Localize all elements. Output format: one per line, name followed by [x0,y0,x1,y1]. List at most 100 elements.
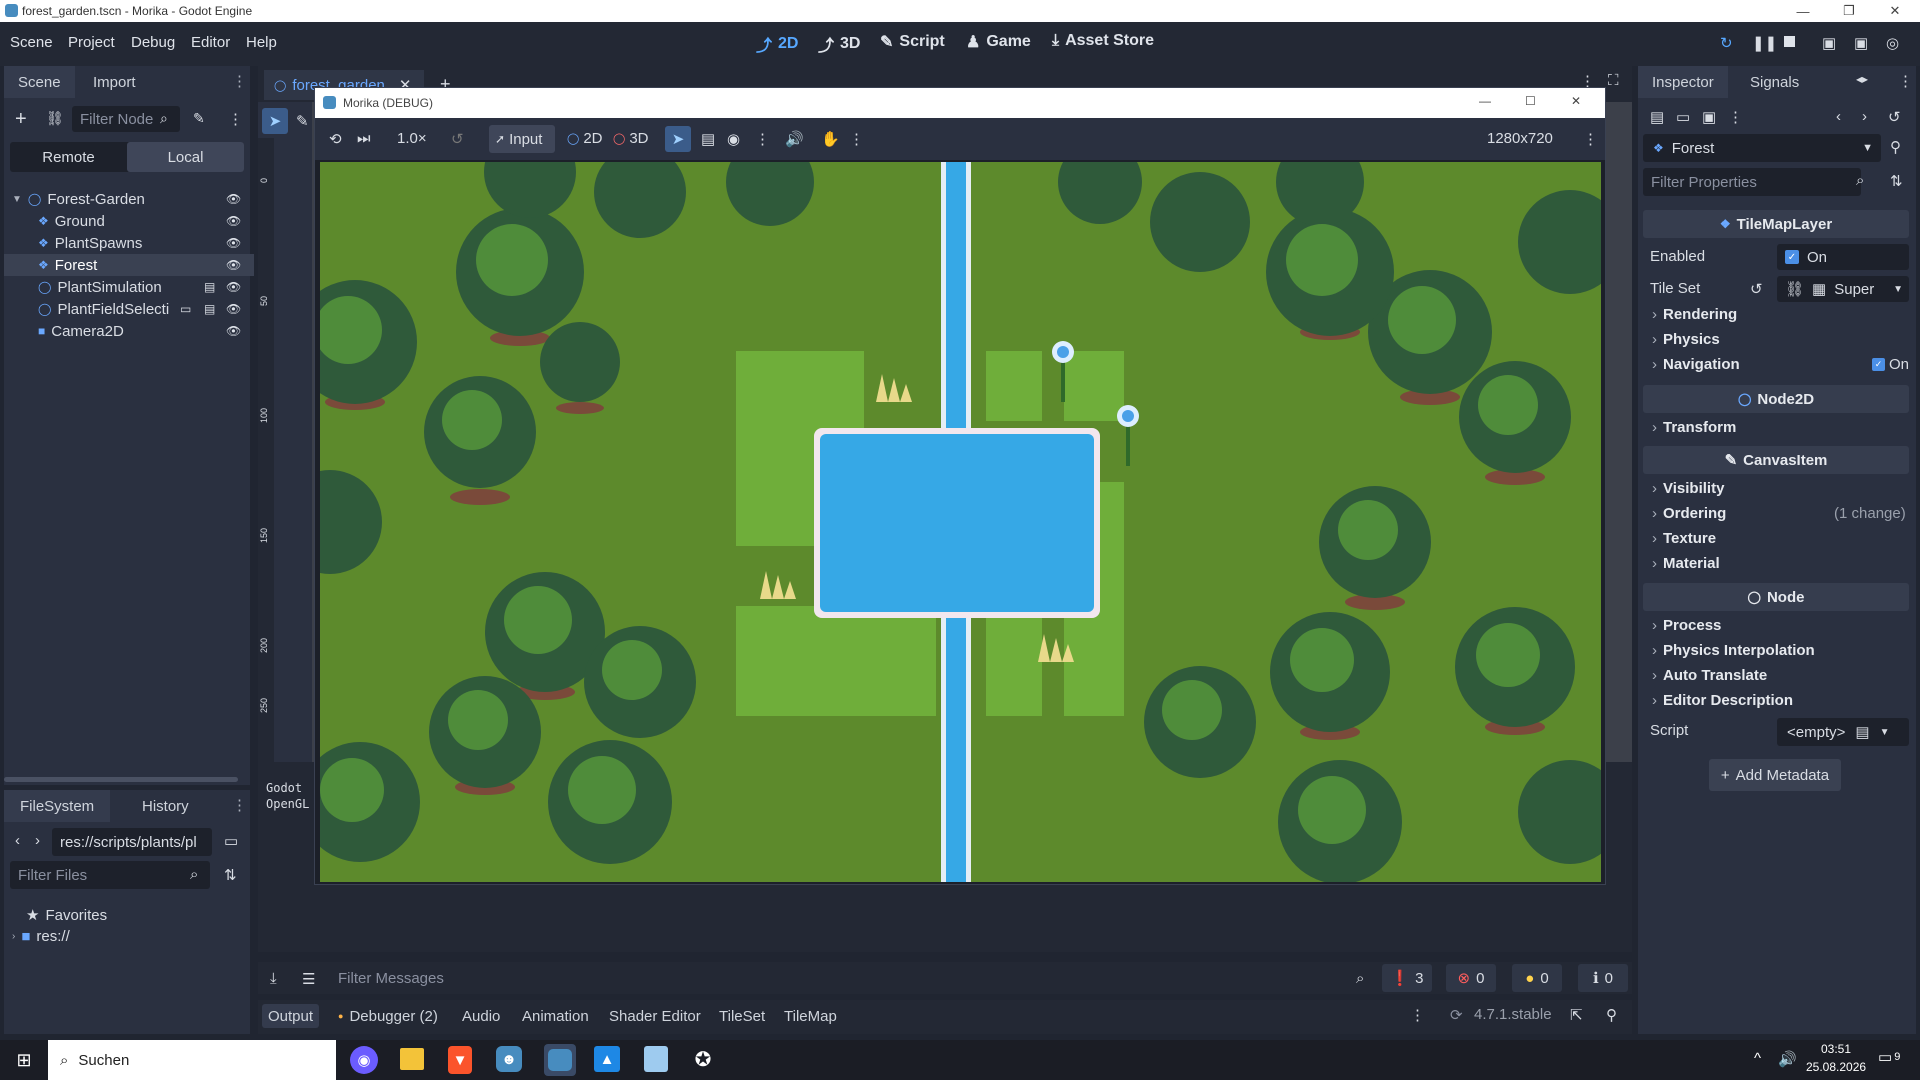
tree-item-forest-garden[interactable]: ▼ ◯ Forest-Garden 👁 [4,188,254,210]
clock-time[interactable]: 03:51 [1806,1042,1866,1056]
instance-scene-icon[interactable]: ⛓ [46,110,64,127]
panel-menu-icon[interactable]: ⋮ [1410,1006,1425,1024]
speed-label[interactable]: 1.0× [397,130,427,147]
camera-menu-icon[interactable]: ⋮ [849,130,864,148]
node-docs-icon[interactable]: ⚲ [1890,138,1901,156]
group-transform[interactable]: Transform [1652,419,1736,436]
sort-icon[interactable]: ⇅ [224,866,237,884]
class-header-tilemaplayer[interactable]: ❖ TileMapLayer [1643,210,1909,238]
restore-window-icon[interactable]: ❐ [1826,0,1872,22]
filter-files-input[interactable]: Filter Files [10,861,210,889]
tab-import[interactable]: Import [79,66,150,98]
script-attached-icon[interactable]: ▤ [204,302,215,316]
close-window-icon[interactable]: ✕ [1571,94,1581,108]
suspend-icon[interactable]: ⟲ [329,130,342,148]
main-asset-store-button[interactable]: ⤓ Asset Store [1052,32,1154,50]
visibility-eye-icon[interactable]: 👁 [226,236,241,250]
class-header-canvasitem[interactable]: ✎ CanvasItem [1643,446,1909,474]
app-icon-photos[interactable]: ▲ [594,1046,620,1072]
expand-arrow-icon[interactable]: › [12,931,15,942]
tree-item-forest[interactable]: ❖ Forest 👁 [4,254,254,276]
app-icon-discord[interactable]: ◉ [350,1046,378,1074]
horizontal-scrollbar[interactable] [4,777,238,782]
node-selector[interactable]: ❖ Forest ▼ [1643,134,1881,162]
visibility-eye-icon[interactable]: 👁 [226,302,241,316]
menu-project[interactable]: Project [68,34,115,51]
reset-speed-icon[interactable]: ↺ [451,130,464,148]
move-tool-icon[interactable]: ✎ [296,112,309,130]
stop-icon[interactable] [1784,36,1795,47]
info-count-toggle[interactable]: ℹ0 [1578,964,1628,992]
scene-menu-icon[interactable]: ⋮ [228,110,243,128]
filter-properties-input[interactable]: Filter Properties [1643,168,1861,196]
dock-move-arrows-icon[interactable]: ◂▸ [1856,72,1868,86]
reload-icon[interactable]: ↻ [1720,34,1733,52]
tab-filesystem[interactable]: FileSystem [4,790,111,822]
app-icon-github[interactable]: ✪ [690,1046,716,1072]
clear-output-icon[interactable]: ⤓ [270,970,277,987]
app-icon-godot[interactable]: ☻ [496,1046,522,1072]
close-window-icon[interactable]: ✕ [1872,0,1918,22]
group-visibility[interactable]: Visibility [1652,480,1724,497]
group-auto-translate[interactable]: Auto Translate [1652,667,1767,684]
tree-item-camera2d[interactable]: ■ Camera2D 👁 [4,320,254,342]
minimize-window-icon[interactable]: — [1479,94,1491,108]
options-menu-icon[interactable]: ⋮ [755,130,770,148]
tab-signals[interactable]: Signals [1736,66,1813,98]
pause-icon[interactable]: ❚❚ [1752,34,1777,52]
tree-item-plantfieldselection[interactable]: ◯ PlantFieldSelecti ▭ ▤ 👁 [4,298,254,320]
enabled-checkbox[interactable]: ✓ On [1777,244,1909,270]
resource-menu-icon[interactable]: ⋮ [1728,108,1743,126]
game-canvas[interactable] [320,162,1601,882]
save-resource-icon[interactable]: ▣ [1702,108,1716,126]
script-resource-picker[interactable]: <empty> ▤ ▼ [1777,718,1909,746]
tree-item-ground[interactable]: ❖ Ground 👁 [4,210,254,232]
group-material[interactable]: Material [1652,555,1720,572]
class-header-node[interactable]: ◯ Node [1643,583,1909,611]
load-resource-icon[interactable]: ▭ [1676,108,1690,126]
tab-tilemap[interactable]: TileMap [778,1004,843,1028]
tileset-resource-picker[interactable]: ⛓ ▦ Super ▼ [1777,276,1909,302]
dock-menu-icon[interactable]: ⋮ [1898,72,1913,90]
eye-icon[interactable]: ◉ [727,130,740,148]
path-input[interactable]: res://scripts/plants/pl [52,828,212,856]
run-custom-scene-icon[interactable]: ▣ [1854,34,1868,52]
tab-tileset[interactable]: TileSet [713,1004,771,1028]
group-ordering[interactable]: Ordering [1652,505,1726,522]
group-process[interactable]: Process [1652,617,1721,634]
chevron-up-icon[interactable]: ^ [1754,1050,1761,1067]
collapse-icon[interactable]: ☰ [302,970,315,988]
app-icon-godot-debug[interactable] [544,1044,576,1076]
run-current-scene-icon[interactable]: ▣ [1822,34,1836,52]
visibility-eye-icon[interactable]: 👁 [226,192,241,206]
tab-inspector[interactable]: Inspector [1638,66,1728,98]
tab-shader-editor[interactable]: Shader Editor [603,1004,707,1028]
tab-audio[interactable]: Audio [456,1004,506,1028]
volume-icon[interactable]: 🔊 [1778,1050,1797,1068]
visibility-eye-icon[interactable]: 👁 [226,280,241,294]
speaker-icon[interactable]: 🔊 [785,130,804,148]
distraction-free-icon[interactable]: ⛶ [1608,72,1619,89]
message-count-toggle[interactable]: ❗ 3 [1382,964,1432,992]
dock-menu-icon[interactable]: ⋮ [232,796,247,814]
expand-panel-icon[interactable]: ⇱ [1570,1006,1583,1024]
group-editor-description[interactable]: Editor Description [1652,692,1793,709]
history-back-icon[interactable]: ‹ [1836,108,1841,125]
history-forward-icon[interactable]: › [1862,108,1867,125]
add-metadata-button[interactable]: + Add Metadata [1709,759,1841,791]
group-rendering[interactable]: Rendering [1652,306,1737,323]
list-select-icon[interactable]: ▤ [701,130,715,148]
tab-output[interactable]: Output [262,1004,320,1028]
movie-maker-icon[interactable]: ◎ [1886,34,1899,52]
error-count-toggle[interactable]: ⊗ 0 [1446,964,1496,992]
maximize-window-icon[interactable]: ☐ [1525,94,1536,108]
main-game-button[interactable]: ♟ Game [966,32,1031,52]
revert-icon[interactable]: ↺ [1750,280,1763,298]
toggle-split-icon[interactable]: ▭ [224,832,238,850]
visibility-eye-icon[interactable]: 👁 [226,214,241,228]
mode-3d-toggle[interactable]: ◯ 3D [613,130,649,147]
tab-history[interactable]: History [128,790,203,822]
taskbar-search-box[interactable]: ⌕ Suchen [48,1040,336,1080]
pin-panel-icon[interactable]: ⚲ [1606,1006,1617,1024]
res-folder-item[interactable]: › ■ res:// [12,928,70,945]
